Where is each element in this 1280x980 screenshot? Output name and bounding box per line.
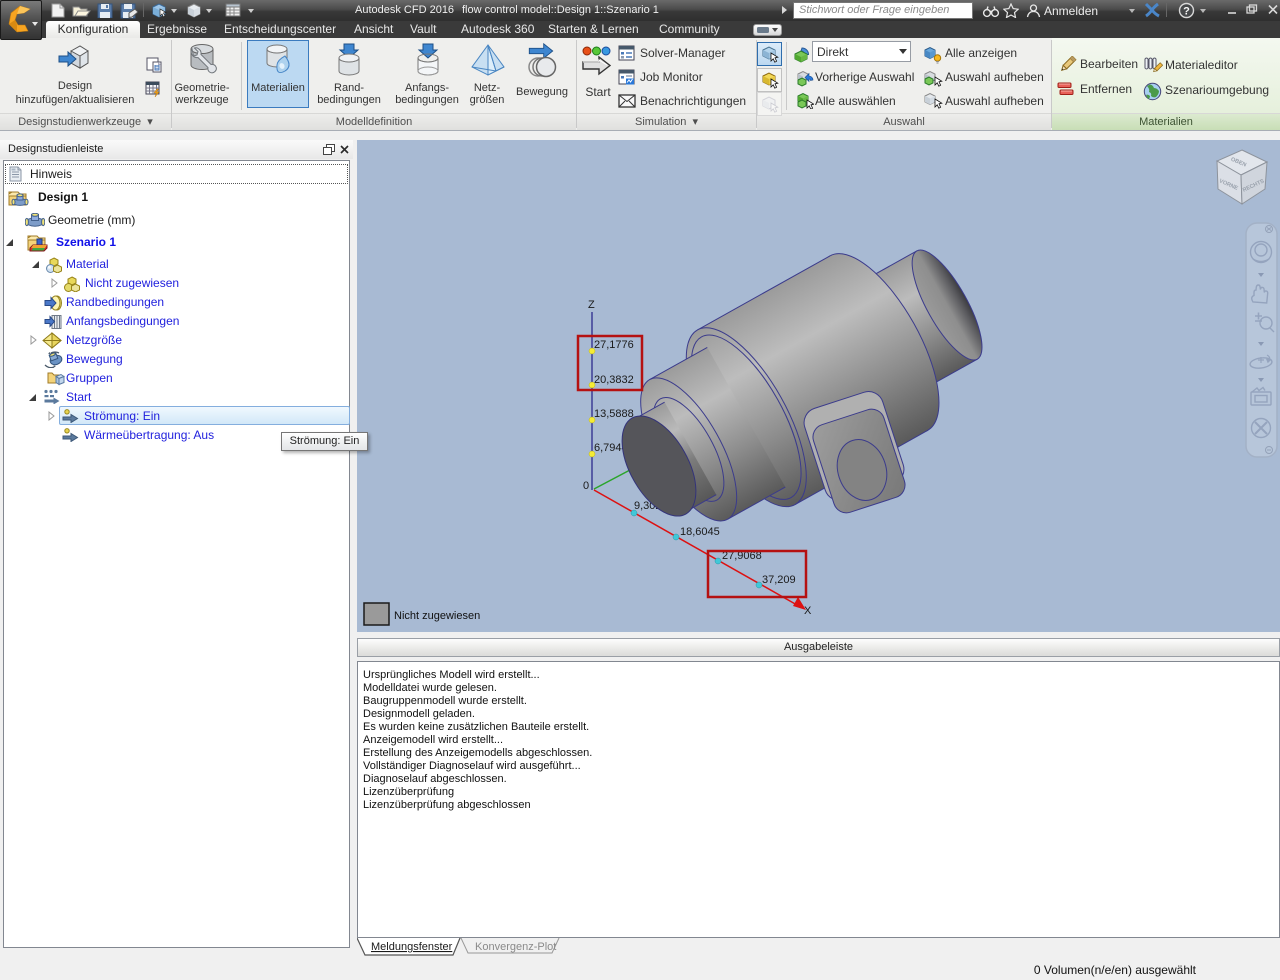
svg-text:13,5888: 13,5888 (594, 408, 634, 420)
svg-text:27,1776: 27,1776 (594, 339, 634, 351)
svg-text:?: ? (1183, 6, 1190, 18)
svg-text:Z: Z (588, 299, 595, 311)
svg-text:X: X (804, 605, 812, 617)
svg-text:0: 0 (583, 480, 589, 492)
svg-text:Meldungsfenster: Meldungsfenster (371, 941, 453, 953)
svg-text:20,3832: 20,3832 (594, 374, 634, 386)
svg-text:18,6045: 18,6045 (680, 526, 720, 538)
svg-text:Konvergenz-Plot: Konvergenz-Plot (475, 941, 556, 953)
svg-text:37,209: 37,209 (762, 574, 796, 586)
svg-text:Nicht zugewiesen: Nicht zugewiesen (394, 610, 480, 622)
